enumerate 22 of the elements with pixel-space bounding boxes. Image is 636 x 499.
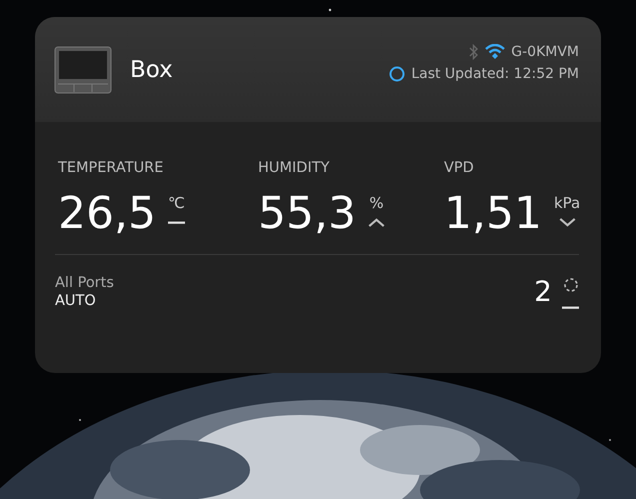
reading-value: 26,5 — [58, 188, 156, 240]
reading-label: VPD — [444, 160, 475, 176]
device-name: Box — [130, 56, 174, 82]
ports-level-value: 2 — [534, 275, 552, 308]
unit-label: % — [369, 194, 384, 212]
reading-value: 55,3 — [258, 188, 356, 240]
reading-label: TEMPERATURE — [58, 160, 164, 176]
ports-mode: AUTO — [55, 293, 97, 309]
dashed-circle-icon — [562, 277, 578, 293]
device-icon — [54, 46, 112, 94]
last-updated: Last Updated: 12:52 PM — [411, 66, 579, 82]
chevron-up-icon — [368, 218, 385, 227]
bluetooth-icon — [469, 44, 480, 60]
reading-label: HUMIDITY — [258, 160, 330, 176]
network-name: G-0KMVM — [511, 44, 579, 60]
status-ring-icon — [389, 66, 406, 82]
unit-label: ℃ — [168, 194, 185, 212]
reading-value: 1,51 — [444, 188, 542, 240]
ports-label: All Ports — [55, 275, 114, 291]
unit-label: kPa — [554, 194, 580, 212]
wifi-icon — [485, 44, 506, 59]
chevron-down-icon — [558, 218, 576, 227]
